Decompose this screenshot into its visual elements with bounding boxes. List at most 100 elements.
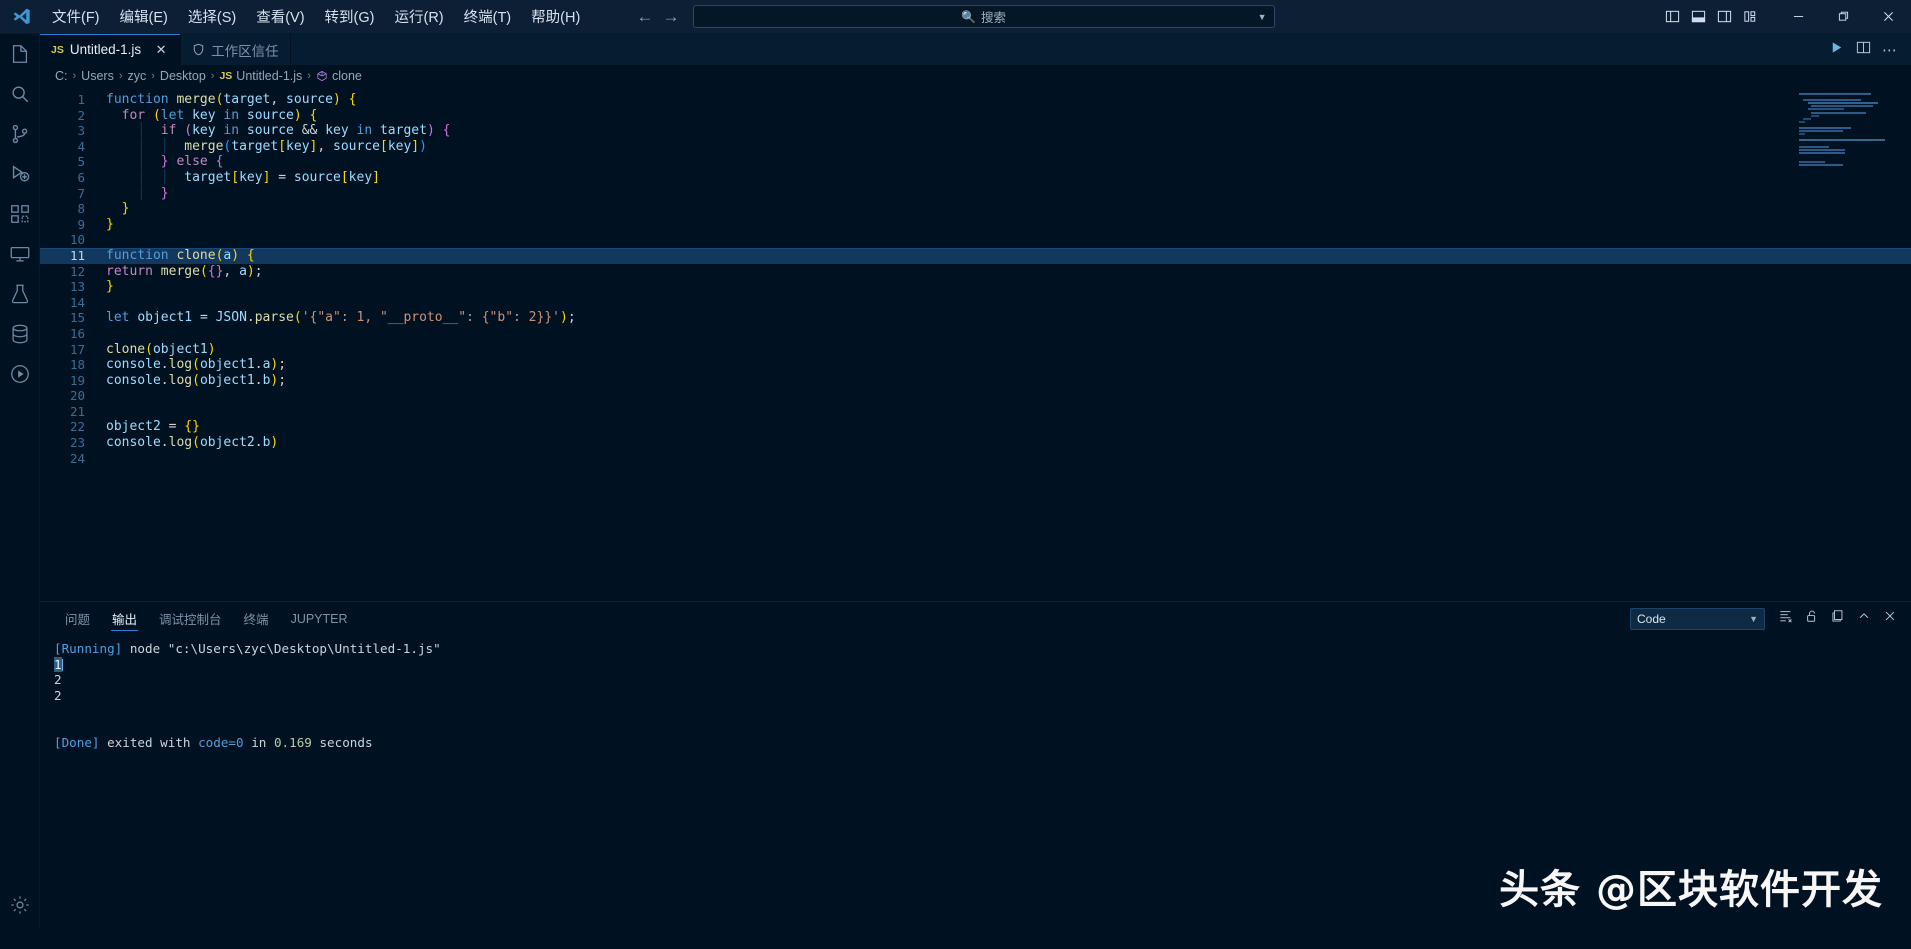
menu-view[interactable]: 查看(V) [246,0,314,33]
line-number: 7 [77,185,85,201]
done-middle: in [251,734,267,750]
sidebar-item-settings[interactable] [0,887,40,927]
vscode-logo-icon [0,7,42,26]
menu-terminal[interactable]: 终端(T) [454,0,522,33]
code-line: 4 │ │ merge(target[key], source[key]) [40,139,1911,155]
code-line: 19 console.log(object1.b); [40,373,1911,389]
panel-tab-debug-console[interactable]: 调试控制台 [148,602,233,635]
close-icon[interactable]: ✕ [153,42,169,58]
line-number: 22 [69,419,85,435]
output-content[interactable]: [Running] node "c:\Users\zyc\Desktop\Unt… [40,635,1911,927]
minimize-button[interactable] [1776,0,1821,33]
maximize-button[interactable] [1821,0,1866,33]
maximize-panel-button[interactable] [1853,608,1875,630]
line-number: 5 [77,154,85,170]
circle-play-icon [9,363,31,390]
breadcrumb-separator: › [118,70,123,82]
breadcrumb-separator: › [210,70,215,82]
arrow-left-icon[interactable]: ← [637,8,654,25]
line-text: │ │ merge(target[key], source[key]) [137,138,427,154]
code-line: 3 │ if (key in source && key in target) … [40,123,1911,139]
code-line: 9} [40,217,1911,233]
panel-tab-problems[interactable]: 问题 [54,602,101,635]
menu-help[interactable]: 帮助(H) [521,0,590,33]
line-text: │ │ target[key] = source[key] [137,169,380,185]
toggle-primary-sidebar-icon[interactable] [1660,4,1684,30]
arrow-right-icon[interactable]: → [663,8,680,25]
line-text: clone(object1) [106,341,216,357]
panel-actions: Code ▼ [1630,602,1911,635]
command-center-search[interactable]: 🔍 搜索 ▼ [692,5,1275,28]
breadcrumb-item-zyc[interactable]: zyc [125,69,150,83]
menu-run[interactable]: 运行(R) [384,0,453,33]
output-channel-value: Code [1637,611,1666,626]
navigation-arrows: ← → [637,8,680,25]
code-line: 24 [40,451,1911,467]
open-editor-icon [1831,609,1845,628]
code-line-current: 11 function clone(a) { [40,247,1911,264]
clear-output-button[interactable] [1775,608,1797,630]
done-prefix: exited with [107,734,191,750]
done-suffix: seconds [319,734,373,750]
output-channel-select[interactable]: Code ▼ [1630,607,1765,630]
sidebar-item-testing[interactable] [0,276,40,316]
toggle-secondary-sidebar-icon[interactable] [1712,4,1736,30]
line-text: return merge({}, a); [106,263,263,279]
code-line: 14 [40,295,1911,311]
code-line: 6 │ │ target[key] = source[key] [40,170,1911,186]
sidebar-item-extensions[interactable] [0,196,40,236]
output-line-result: 1 [54,656,1911,673]
line-number: 12 [69,263,85,279]
panel-tab-terminal[interactable]: 终端 [233,602,280,635]
panel-tab-output[interactable]: 输出 [101,602,148,635]
code-editor[interactable]: 1 function merge(target, source) { 2 for … [40,87,1911,601]
customize-layout-icon[interactable] [1738,4,1762,30]
sidebar-item-remote-explorer[interactable] [0,236,40,276]
line-number: 9 [77,216,85,232]
code-line: 8 } [40,201,1911,217]
split-editor-icon [1856,40,1871,60]
breadcrumb-item-symbol[interactable]: clone [313,69,365,83]
panel-tab-jupyter[interactable]: JUPYTER [280,602,359,635]
breadcrumb-item-users[interactable]: Users [78,69,117,83]
toggle-panel-icon[interactable] [1686,4,1710,30]
sidebar-item-run-and-debug[interactable] [0,156,40,196]
menu-go[interactable]: 转到(G) [315,0,385,33]
breadcrumb-item-drive[interactable]: C: [52,69,71,83]
tab-untitled-1-js[interactable]: JS Untitled-1.js ✕ [40,34,182,65]
split-editor-button[interactable] [1851,38,1875,62]
close-icon [1883,609,1897,628]
code-line: 23 console.log(object2.b) [40,435,1911,451]
close-button[interactable] [1866,0,1911,33]
menu-edit[interactable]: 编辑(E) [110,0,178,33]
line-number: 6 [77,169,85,185]
close-panel-button[interactable] [1879,608,1901,630]
breadcrumb-item-file[interactable]: JS Untitled-1.js [216,69,305,83]
tab-workspace-trust[interactable]: 工作区信任 [181,34,292,65]
run-code-button[interactable] [1824,38,1848,62]
sidebar-item-source-control[interactable] [0,116,40,156]
sidebar-item-database[interactable] [0,316,40,356]
sidebar-item-search[interactable] [0,76,40,116]
more-actions-button[interactable]: ⋯ [1878,38,1902,62]
line-number: 15 [69,310,85,326]
line-number: 10 [69,232,85,248]
layout-controls [1660,4,1762,30]
chevron-down-icon[interactable]: ▼ [1258,12,1267,22]
menu-file[interactable]: 文件(F) [42,0,110,33]
menu-selection[interactable]: 选择(S) [178,0,246,33]
line-number: 24 [69,450,85,466]
output-line-blank [54,719,1911,735]
output-line-result: 2 [54,687,62,703]
sidebar-item-code-runner[interactable] [0,356,40,396]
running-tag: [Running] [54,641,123,656]
turn-auto-scrolling-off-button[interactable] [1801,608,1823,630]
sidebar-item-explorer[interactable] [0,36,40,76]
line-number: 3 [77,123,85,139]
line-text: │ if (key in source && key in target) { [137,123,451,139]
breadcrumb-item-desktop[interactable]: Desktop [157,69,209,83]
remote-explorer-icon [9,243,31,270]
open-in-editor-button[interactable] [1827,608,1849,630]
debug-play-icon [9,163,31,190]
breadcrumb-separator: › [72,70,77,82]
